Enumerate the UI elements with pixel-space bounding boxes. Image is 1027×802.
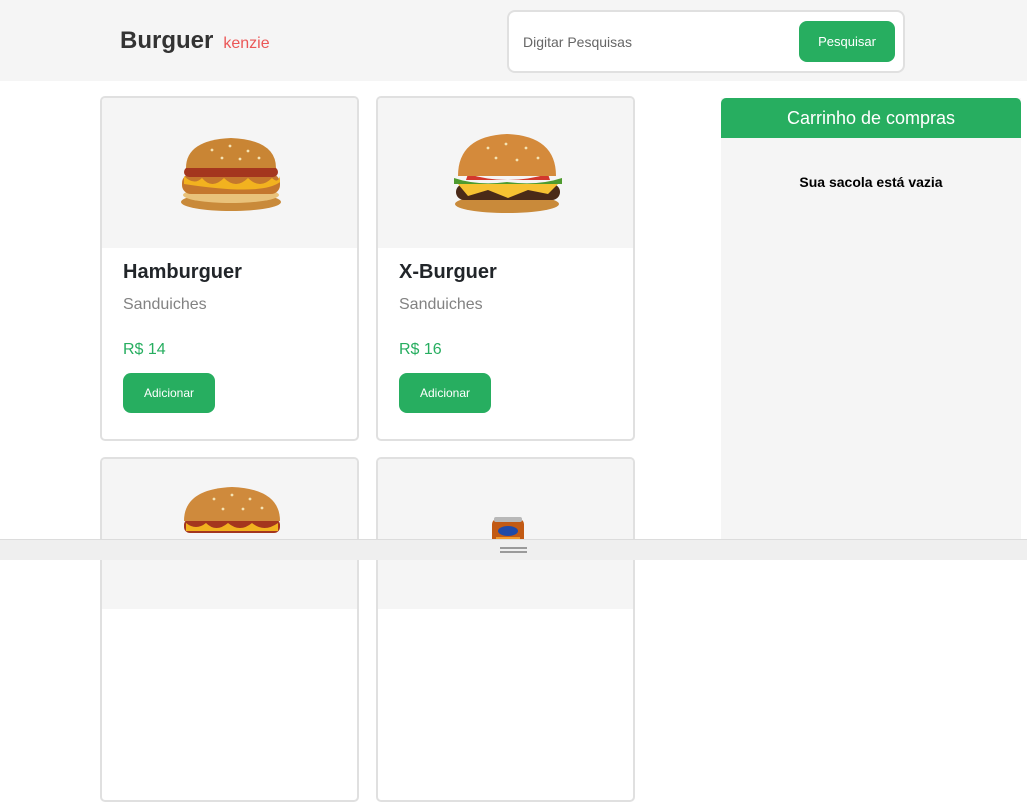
hamburger-icon [181, 138, 281, 211]
product-card [376, 457, 635, 802]
product-image [378, 98, 633, 248]
soda-can-icon [492, 517, 524, 549]
burger-icon [184, 487, 280, 533]
product-category: Sanduiches [399, 296, 483, 313]
product-card [100, 457, 359, 802]
product-card: X-Burguer Sanduiches R$ 16 Adicionar [376, 96, 635, 441]
cart-title: Carrinho de compras [721, 98, 1021, 138]
shopping-cart: Carrinho de compras Sua sacola está vazi… [721, 98, 1021, 560]
product-price: R$ 16 [399, 341, 442, 358]
add-to-cart-button[interactable]: Adicionar [123, 373, 215, 413]
bottom-bar [0, 539, 1027, 560]
cart-empty-message: Sua sacola está vazia [799, 174, 943, 190]
logo: Burguer kenzie [120, 27, 270, 55]
search-button[interactable]: Pesquisar [799, 21, 895, 62]
product-name: X-Burguer [399, 261, 497, 283]
search-input[interactable] [523, 29, 783, 55]
logo-main-text: Burguer [120, 27, 214, 54]
product-image [102, 98, 357, 248]
search-box: Pesquisar [507, 10, 905, 73]
add-to-cart-button[interactable]: Adicionar [399, 373, 491, 413]
product-category: Sanduiches [123, 296, 207, 313]
product-image [378, 459, 633, 609]
product-price: R$ 14 [123, 341, 166, 358]
product-image [102, 459, 357, 609]
header: Burguer kenzie Pesquisar [0, 0, 1027, 81]
product-card: Hamburguer Sanduiches R$ 14 Adicionar [100, 96, 359, 441]
logo-sub-text: kenzie [223, 35, 270, 52]
cheeseburger-icon [454, 134, 562, 213]
resize-handle-icon[interactable] [500, 547, 527, 553]
product-name: Hamburguer [123, 261, 242, 283]
